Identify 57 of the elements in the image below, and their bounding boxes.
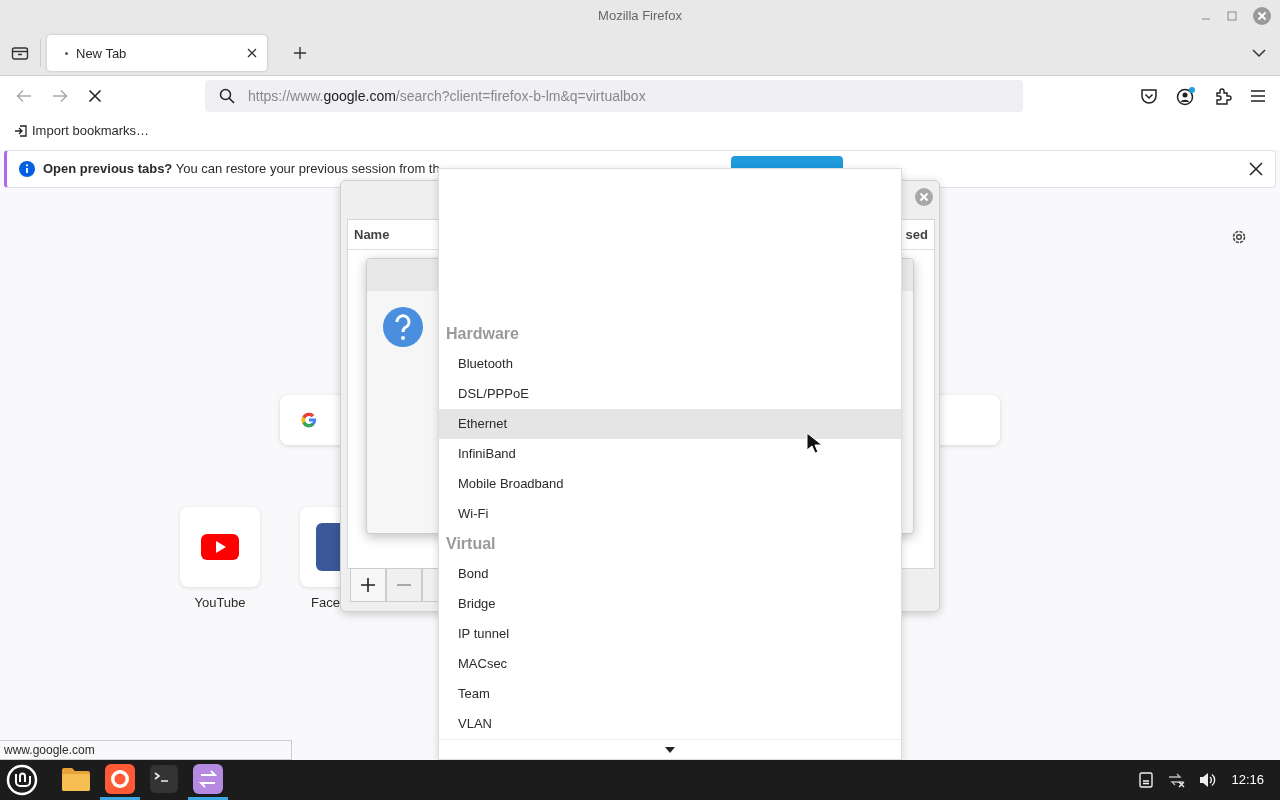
menu-item[interactable]: DSL/PPPoE: [439, 379, 901, 409]
status-text: www.google.com: [0, 740, 292, 760]
scroll-down-icon[interactable]: [664, 745, 676, 754]
tab[interactable]: New Tab: [47, 35, 267, 72]
pocket-icon[interactable]: [1140, 87, 1158, 105]
menu-item[interactable]: MACsec: [439, 649, 901, 679]
menu-item[interactable]: IP tunnel: [439, 619, 901, 649]
mouse-pointer-icon: [806, 432, 824, 454]
shortcut-label[interactable]: Face: [311, 593, 340, 613]
tab-title: New Tab: [76, 44, 127, 63]
play-logo-icon: [201, 534, 239, 560]
clock[interactable]: 12:16: [1231, 770, 1264, 790]
address-bar[interactable]: https://www.google.com/search?client=firefox-b-lm&q=virtualbox: [205, 80, 1023, 112]
puzzle-icon[interactable]: [1214, 87, 1232, 105]
menu-item[interactable]: Bond: [439, 559, 901, 589]
import-bookmarks-link[interactable]: Import bookmarks…: [14, 121, 150, 141]
menu-item[interactable]: InfiniBand: [439, 439, 901, 469]
minus-icon: [397, 584, 411, 586]
google-g-icon: [299, 410, 319, 430]
import-icon: [14, 124, 28, 138]
search-icon: [219, 88, 235, 104]
menu-item[interactable]: Mobile Broadband: [439, 469, 901, 499]
info-icon: [19, 161, 35, 177]
shortcut-label[interactable]: YouTube: [194, 593, 246, 613]
menu-section-heading: Hardware: [445, 324, 520, 344]
question-icon: [382, 306, 424, 348]
folder-icon: [61, 765, 91, 792]
menu-item[interactable]: Bridge: [439, 589, 901, 619]
url-text: https://www.google.com/search?client=firefox-b-lm&q=virtualbox: [248, 86, 646, 106]
column-header[interactable]: sed: [905, 224, 928, 245]
menu-item[interactable]: Team: [439, 679, 901, 709]
menu-item[interactable]: VLAN: [439, 709, 901, 739]
chevron-down-icon[interactable]: [1252, 48, 1266, 59]
new-tab-icon[interactable]: [293, 46, 307, 61]
notes-icon[interactable]: [1139, 772, 1154, 788]
network-disconnected-icon[interactable]: [1167, 772, 1186, 788]
shortcut-tile[interactable]: [180, 507, 260, 587]
menu-item[interactable]: Ethernet: [439, 409, 901, 439]
browser-icon: [105, 763, 135, 794]
terminal-icon: [150, 764, 178, 793]
tab-list-icon[interactable]: [11, 45, 29, 62]
volume-icon[interactable]: [1199, 772, 1218, 788]
menu-logo-icon[interactable]: [6, 764, 38, 796]
column-header[interactable]: Name: [354, 224, 390, 245]
window-title: Mozilla Firefox: [598, 7, 682, 26]
arrows-icon: [193, 763, 223, 794]
settings-icon[interactable]: [1230, 228, 1248, 246]
menu-item[interactable]: Bluetooth: [439, 349, 901, 379]
menu-item[interactable]: Wi-Fi: [439, 499, 901, 529]
plus-icon: [360, 577, 376, 593]
close-icon[interactable]: [1249, 162, 1263, 176]
account-icon[interactable]: [1176, 86, 1196, 106]
menu-icon[interactable]: [1250, 89, 1266, 103]
close-icon[interactable]: [247, 48, 257, 59]
add-button[interactable]: [350, 568, 386, 602]
menu-section-heading: Virtual: [445, 534, 497, 554]
stop-icon[interactable]: [88, 89, 102, 103]
